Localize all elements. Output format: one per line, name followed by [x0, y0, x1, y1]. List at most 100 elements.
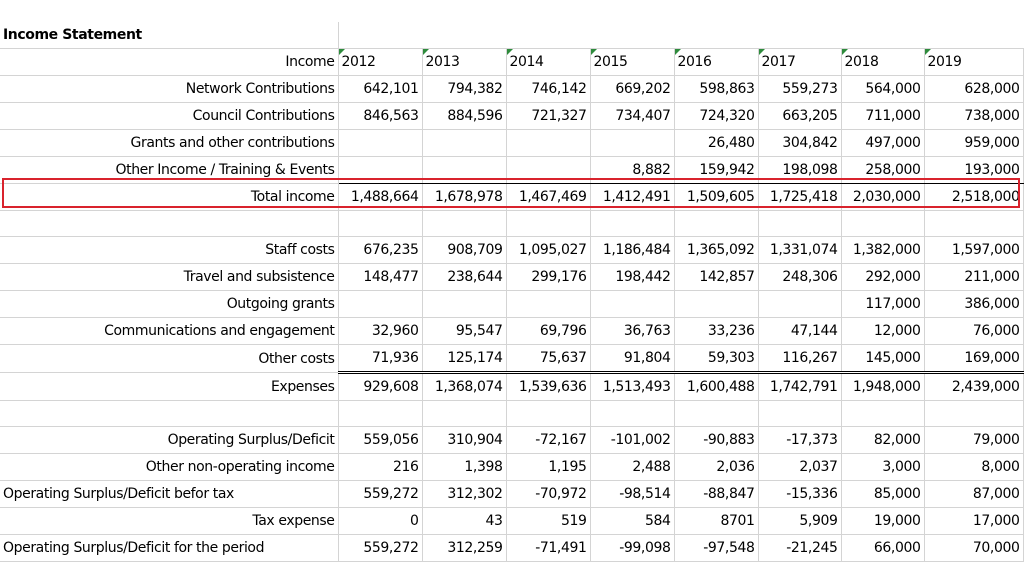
value-cell[interactable]: 846,563 [338, 102, 423, 130]
value-cell[interactable] [590, 129, 675, 157]
value-cell[interactable]: 95,547 [422, 317, 507, 345]
empty-cell[interactable] [506, 22, 590, 49]
value-cell[interactable]: 33,236 [674, 317, 759, 345]
value-cell[interactable] [422, 129, 507, 157]
empty-cell[interactable] [422, 210, 507, 237]
value-cell[interactable]: 1,467,469 [506, 183, 591, 211]
value-cell[interactable]: -98,514 [590, 480, 675, 508]
empty-cell[interactable] [924, 210, 1024, 237]
row-label[interactable]: Other Income / Training & Events [0, 156, 339, 184]
value-cell[interactable]: 1,365,092 [674, 236, 759, 264]
empty-cell[interactable] [924, 22, 1023, 49]
value-cell[interactable]: -101,002 [590, 426, 675, 454]
value-cell[interactable]: 1,331,074 [758, 236, 842, 264]
value-cell[interactable]: 91,804 [590, 344, 675, 374]
empty-cell[interactable] [506, 210, 591, 237]
value-cell[interactable]: 17,000 [924, 507, 1024, 535]
year-header[interactable]: 2016 [674, 48, 759, 76]
empty-cell[interactable] [758, 400, 842, 427]
value-cell[interactable]: 258,000 [841, 156, 925, 184]
value-cell[interactable]: 959,000 [924, 129, 1024, 157]
value-cell[interactable]: -71,491 [506, 534, 591, 562]
value-cell[interactable]: 738,000 [924, 102, 1024, 130]
value-cell[interactable]: 142,857 [674, 263, 759, 291]
value-cell[interactable]: 724,320 [674, 102, 759, 130]
empty-cell[interactable] [758, 22, 841, 49]
row-label[interactable]: Tax expense [0, 507, 339, 535]
value-cell[interactable]: 169,000 [924, 344, 1024, 374]
value-cell[interactable]: 1,600,488 [674, 372, 759, 401]
row-label[interactable]: Outgoing grants [0, 290, 339, 318]
empty-cell[interactable] [674, 22, 758, 49]
value-cell[interactable]: 0 [338, 507, 423, 535]
value-cell[interactable]: 198,098 [758, 156, 842, 184]
row-label[interactable]: Grants and other contributions [0, 129, 339, 157]
empty-cell[interactable] [338, 400, 423, 427]
value-cell[interactable]: 497,000 [841, 129, 925, 157]
value-cell[interactable] [422, 156, 507, 184]
year-header[interactable]: 2013 [422, 48, 507, 76]
value-cell[interactable] [674, 290, 759, 318]
empty-cell[interactable] [590, 22, 674, 49]
value-cell[interactable]: 559,272 [338, 534, 423, 562]
value-cell[interactable]: -97,548 [674, 534, 759, 562]
value-cell[interactable]: 584 [590, 507, 675, 535]
sheet-title[interactable]: Income Statement [0, 22, 339, 49]
value-cell[interactable]: 1,597,000 [924, 236, 1024, 264]
value-cell[interactable]: 19,000 [841, 507, 925, 535]
value-cell[interactable]: 1,725,418 [758, 183, 842, 211]
value-cell[interactable]: 2,439,000 [924, 372, 1024, 401]
value-cell[interactable]: 2,037 [758, 453, 842, 481]
value-cell[interactable]: 669,202 [590, 75, 675, 103]
value-cell[interactable]: 85,000 [841, 480, 925, 508]
value-cell[interactable]: 87,000 [924, 480, 1024, 508]
value-cell[interactable]: 69,796 [506, 317, 591, 345]
value-cell[interactable]: 1,368,074 [422, 372, 507, 401]
value-cell[interactable]: 79,000 [924, 426, 1024, 454]
value-cell[interactable]: 1,742,791 [758, 372, 842, 401]
value-cell[interactable]: 559,273 [758, 75, 842, 103]
value-cell[interactable]: 2,036 [674, 453, 759, 481]
empty-cell[interactable] [674, 210, 759, 237]
value-cell[interactable]: 238,644 [422, 263, 507, 291]
value-cell[interactable]: 36,763 [590, 317, 675, 345]
value-cell[interactable]: 76,000 [924, 317, 1024, 345]
empty-cell[interactable] [338, 22, 422, 49]
value-cell[interactable]: 59,303 [674, 344, 759, 374]
value-cell[interactable]: 676,235 [338, 236, 423, 264]
value-cell[interactable]: 312,302 [422, 480, 507, 508]
row-label[interactable]: Other costs [0, 344, 339, 373]
value-cell[interactable]: 211,000 [924, 263, 1024, 291]
row-label[interactable]: Operating Surplus/Deficit for the period [0, 534, 339, 562]
value-cell[interactable]: -90,883 [674, 426, 759, 454]
value-cell[interactable]: -72,167 [506, 426, 591, 454]
value-cell[interactable] [506, 156, 591, 184]
empty-cell[interactable] [841, 210, 925, 237]
year-header[interactable]: 2018 [841, 48, 925, 76]
value-cell[interactable]: 12,000 [841, 317, 925, 345]
year-header[interactable]: 2012 [338, 48, 423, 76]
value-cell[interactable]: 794,382 [422, 75, 507, 103]
value-cell[interactable]: 1,509,605 [674, 183, 759, 211]
row-label[interactable]: Other non-operating income [0, 453, 339, 481]
value-cell[interactable]: 1,539,636 [506, 372, 591, 401]
empty-cell[interactable] [841, 22, 924, 49]
value-cell[interactable]: 193,000 [924, 156, 1024, 184]
empty-cell[interactable] [422, 400, 507, 427]
value-cell[interactable]: 1,186,484 [590, 236, 675, 264]
empty-cell[interactable] [758, 210, 842, 237]
value-cell[interactable]: 1,095,027 [506, 236, 591, 264]
value-cell[interactable]: 519 [506, 507, 591, 535]
value-cell[interactable]: 929,608 [338, 372, 423, 401]
value-cell[interactable]: 304,842 [758, 129, 842, 157]
value-cell[interactable]: 2,488 [590, 453, 675, 481]
value-cell[interactable] [758, 290, 842, 318]
value-cell[interactable]: 746,142 [506, 75, 591, 103]
value-cell[interactable]: 198,442 [590, 263, 675, 291]
value-cell[interactable]: 75,637 [506, 344, 591, 374]
value-cell[interactable]: 8,000 [924, 453, 1024, 481]
header-label[interactable]: Income [0, 48, 339, 76]
value-cell[interactable]: 292,000 [841, 263, 925, 291]
value-cell[interactable]: 299,176 [506, 263, 591, 291]
value-cell[interactable]: 663,205 [758, 102, 842, 130]
